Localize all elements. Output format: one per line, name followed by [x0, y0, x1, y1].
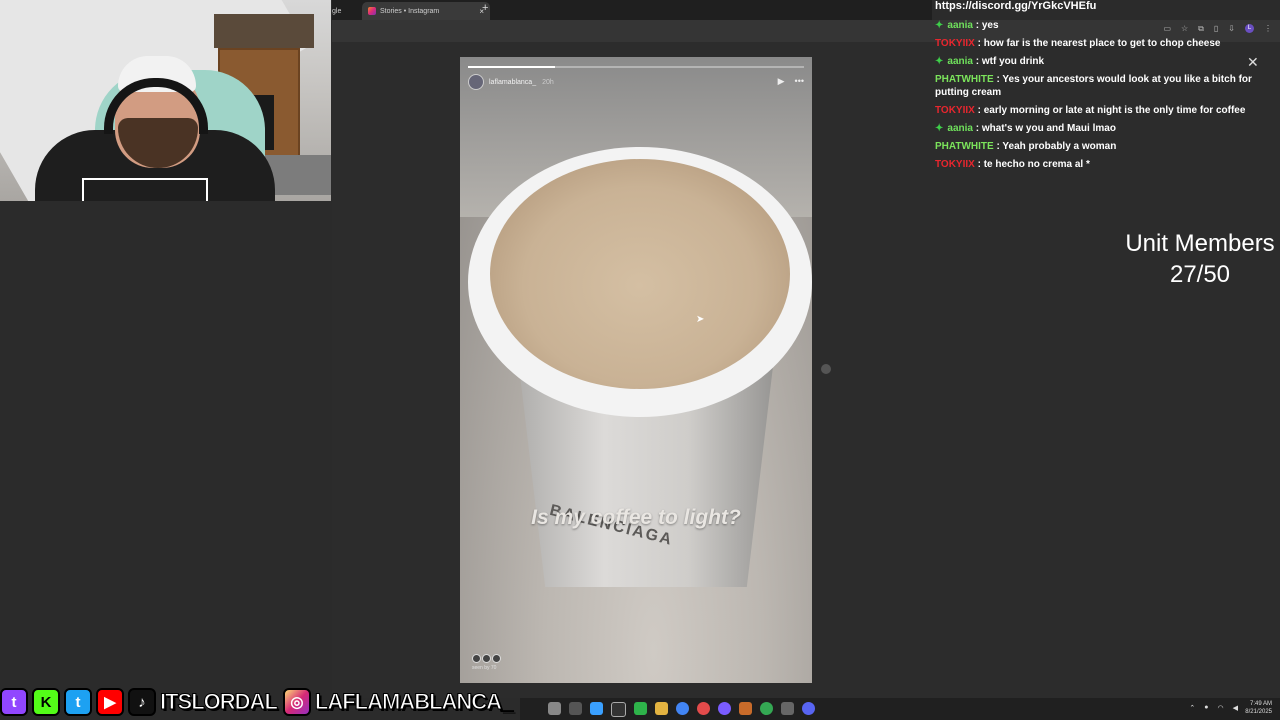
chat-username: TOKYIIX: [935, 159, 975, 170]
more-icon[interactable]: •••: [795, 76, 804, 87]
next-story-button[interactable]: [821, 364, 831, 374]
folder-icon[interactable]: [655, 702, 668, 715]
taskbar-app-icon[interactable]: [697, 702, 710, 715]
social-bar: t K t ▶ ♪ ITSLORDAL ◎ LAFLAMABLANCA_: [0, 686, 518, 718]
taskbar-app-icon[interactable]: [718, 702, 731, 715]
wifi-icon[interactable]: ◠: [1218, 704, 1224, 712]
kick-icon: K: [32, 688, 60, 716]
chat-message: TOKYIIX : te hecho no crema al *: [935, 158, 1270, 171]
sparkle-icon: ✦: [935, 20, 944, 31]
story-viewers[interactable]: seen by 70: [472, 654, 501, 671]
twitch-icon: t: [0, 688, 28, 716]
taskbar-app-icon[interactable]: [781, 702, 794, 715]
tab-google[interactable]: gle ×: [332, 2, 366, 20]
taskbar: ⌃ ● ◠ ◀ 7:49 AM 8/21/2025: [520, 698, 1280, 720]
taskbar-app-icon[interactable]: [739, 702, 752, 715]
chat-message: ✦ aania : wtf you drink: [935, 55, 1270, 68]
clock[interactable]: 7:49 AM 8/21/2025: [1245, 700, 1272, 716]
volume-icon[interactable]: ◀: [1233, 704, 1238, 712]
handle-itslordal: ITSLORDAL: [160, 689, 279, 715]
chat-message: ✦ aania : what's w you and Maui lmao: [935, 122, 1270, 135]
tiktok-icon: ♪: [128, 688, 156, 716]
chat-message: PHATWHITE : Yes your ancestors would loo…: [935, 73, 1270, 99]
chrome-icon[interactable]: [676, 702, 689, 715]
viewers-label: seen by 70: [472, 665, 497, 671]
chat-text: : te hecho no crema al *: [977, 159, 1090, 170]
plus-icon[interactable]: +: [482, 2, 488, 14]
youtube-icon: ▶: [96, 688, 124, 716]
play-icon[interactable]: ▶: [778, 76, 785, 87]
chat-text: : what's w you and Maui lmao: [975, 123, 1116, 134]
chat-username: TOKYIIX: [935, 38, 975, 49]
chevron-up-icon[interactable]: ⌃: [1189, 704, 1195, 712]
chat-username: aania: [947, 56, 973, 67]
cursor-icon: ➤: [696, 314, 705, 325]
close-icon[interactable]: ✕: [1247, 54, 1259, 71]
tab-instagram-stories[interactable]: Stories • Instagram ×: [362, 2, 490, 20]
chat-text: : wtf you drink: [975, 56, 1045, 67]
chat-username: TOKYIIX: [935, 105, 975, 116]
chat-message: ✦ aania : yes: [935, 19, 1270, 32]
chat-username: aania: [947, 123, 973, 134]
chat-message: PHATWHITE : Yeah probably a woman: [935, 140, 1270, 153]
members-count: 27/50: [1169, 261, 1231, 288]
chat-text: : how far is the nearest place to get to…: [977, 38, 1221, 49]
clock-time: 7:49 AM: [1249, 701, 1272, 707]
chat-message: TOKYIIX : early morning or late at night…: [935, 104, 1270, 117]
mic-icon[interactable]: ●: [1204, 704, 1208, 712]
discord-link: https://discord.gg/YrGkcVHEfu: [935, 0, 1097, 12]
story-viewer[interactable]: BALENCIAGA laflamablanca_ 20h ▶ ••• Is m…: [460, 57, 812, 683]
taskbar-app-icon[interactable]: [569, 702, 582, 715]
chat-overlay: ✦ aania : yes TOKYIIX : how far is the ne…: [935, 19, 1270, 176]
taskbar-app-icon[interactable]: [590, 702, 603, 715]
tab-bar: gle × Stories • Instagram × +: [332, 0, 932, 20]
story-progress-fill: [468, 66, 556, 68]
story-time: 20h: [542, 78, 554, 86]
webcam-feed: [0, 0, 331, 201]
taskbar-app-icon[interactable]: [548, 702, 561, 715]
story-caption: Is my coffee to light?: [531, 506, 741, 529]
chat-text: : early morning or late at night is the …: [977, 105, 1246, 116]
twitter-icon: t: [64, 688, 92, 716]
instagram-icon: ◎: [282, 688, 311, 716]
tab-label: gle: [332, 7, 342, 15]
story-progress-bar: [468, 66, 804, 68]
discord-icon[interactable]: [802, 702, 815, 715]
taskbar-app-icon[interactable]: [760, 702, 773, 715]
instagram-favicon-icon: [368, 7, 376, 15]
chat-username: PHATWHITE: [935, 74, 994, 85]
avatar[interactable]: [468, 74, 484, 90]
members-title: Unit Members: [1125, 230, 1275, 257]
chat-text: : Yeah probably a woman: [996, 141, 1117, 152]
story-username[interactable]: laflamablanca_: [489, 79, 536, 86]
clock-date: 8/21/2025: [1245, 709, 1272, 715]
chat-message: TOKYIIX : how far is the nearest place t…: [935, 37, 1270, 50]
sparkle-icon: ✦: [935, 56, 944, 67]
handle-laflamablanca: LAFLAMABLANCA_: [314, 689, 513, 715]
tab-label: Stories • Instagram: [380, 7, 440, 15]
unit-members-counter: Unit Members 27/50: [1100, 228, 1280, 290]
story-header: laflamablanca_ 20h ▶ •••: [468, 74, 804, 90]
taskbar-app-icon[interactable]: [634, 702, 647, 715]
chat-username: PHATWHITE: [935, 141, 994, 152]
sparkle-icon: ✦: [935, 123, 944, 134]
taskbar-app-icon[interactable]: [611, 702, 626, 717]
chat-username: aania: [947, 20, 973, 31]
chat-text: : yes: [975, 20, 999, 31]
